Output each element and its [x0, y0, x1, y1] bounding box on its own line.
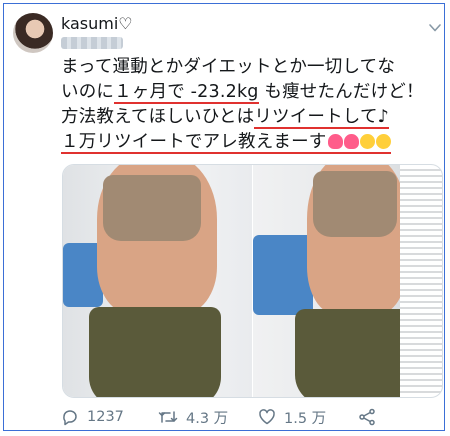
tweet-card: kasumi♡ まって運動とかダイエットとか一切してな いのに１ヶ月で -23.…: [3, 3, 445, 431]
tweet-line-2-suffix: も痩せたんだけど！: [258, 82, 424, 102]
like-count: 1.5 万: [284, 410, 327, 427]
tweet-line-3: 方法教えてほしいひとはリツイートして♪: [61, 105, 441, 130]
reply-count: 1237: [87, 409, 124, 425]
tweet-actions: 1237 4.3 万 1.5 万: [61, 404, 441, 428]
tweet-line-1: まって運動とかダイエットとか一切してな: [61, 57, 396, 77]
like-icon: [259, 409, 275, 425]
tweet-highlight-weight: １ヶ月で -23.2kg: [114, 82, 259, 104]
user-handle-obscured: [61, 37, 123, 49]
share-icon: [359, 408, 375, 426]
tweet-line-4-text: １万リツイートでアレ教えまーす: [61, 132, 327, 152]
heart-emoji: [343, 134, 359, 149]
share-button[interactable]: [358, 406, 376, 428]
tweet-line-2: いのに１ヶ月で -23.2kg も痩せたんだけど！: [61, 80, 441, 105]
tweet-line-2-prefix: いのに: [61, 82, 115, 102]
blushing-face-emoji: [359, 134, 375, 149]
tweet-line-3-prefix: 方法教えてほしいひとは: [61, 107, 255, 127]
heart-emoji: [327, 134, 343, 149]
tweet-highlight-offer: １万リツイートでアレ教えまーす: [61, 132, 391, 154]
after-photo[interactable]: [253, 165, 442, 397]
reply-button[interactable]: 1237: [61, 406, 124, 428]
display-name[interactable]: kasumi♡: [61, 14, 133, 33]
tweet-text: まって運動とかダイエットとか一切してな いのに１ヶ月で -23.2kg も痩せた…: [61, 55, 441, 155]
blushing-face-emoji: [375, 134, 391, 149]
retweet-icon: [158, 411, 178, 423]
reply-icon: [63, 410, 77, 426]
chevron-down-icon[interactable]: [428, 21, 442, 35]
avatar[interactable]: [13, 13, 53, 53]
before-photo[interactable]: [63, 165, 252, 397]
tweet-highlight-retweet: リツイートして♪: [254, 107, 390, 129]
retweet-count: 4.3 万: [186, 410, 229, 427]
retweet-button[interactable]: 4.3 万: [158, 406, 228, 428]
tweet-media[interactable]: [62, 164, 443, 398]
tweet-line-4: １万リツイートでアレ教えまーす: [61, 130, 441, 155]
like-button[interactable]: 1.5 万: [258, 406, 326, 428]
